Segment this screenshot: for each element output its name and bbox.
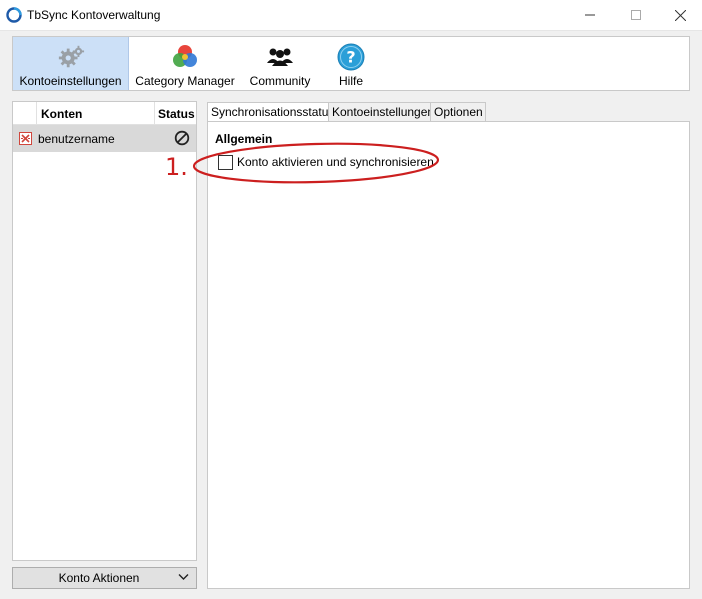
account-sync-icon — [19, 132, 32, 145]
window-title: TbSync Kontoverwaltung — [27, 8, 161, 22]
svg-text:?: ? — [346, 48, 355, 67]
toolbar-kontoeinstellungen[interactable]: Kontoeinstellungen — [13, 37, 129, 90]
people-icon — [266, 43, 294, 71]
minimize-icon — [585, 14, 595, 16]
disabled-icon — [174, 130, 190, 146]
maximize-button[interactable] — [613, 0, 659, 30]
minimize-button[interactable] — [567, 0, 613, 30]
tab-label: Optionen — [434, 105, 483, 119]
account-actions-button[interactable]: Konto Aktionen — [12, 567, 197, 589]
toolbar-label: Kontoeinstellungen — [19, 74, 122, 88]
toolbar-hilfe[interactable]: ? Hilfe — [329, 37, 373, 90]
main-toolbar: Kontoeinstellungen Category Manager Comm… — [12, 36, 690, 91]
column-divider — [154, 102, 155, 124]
toolbar-category-manager[interactable]: Category Manager — [135, 37, 235, 90]
column-header-konten[interactable]: Konten — [41, 107, 82, 121]
account-name: benutzername — [38, 132, 115, 146]
enable-sync-label[interactable]: Konto aktivieren und synchronisieren — [237, 155, 434, 169]
title-bar: TbSync Kontoverwaltung — [0, 0, 702, 31]
close-button[interactable] — [657, 0, 702, 30]
tab-kontoeinstellungen[interactable]: Kontoeinstellungen — [328, 102, 435, 122]
toolbar-label: Category Manager — [135, 74, 235, 88]
enable-sync-checkbox[interactable] — [218, 155, 233, 170]
tab-panel-synchronisationsstatus: Allgemein Konto aktivieren und synchroni… — [207, 121, 690, 589]
chevron-down-icon — [178, 574, 189, 580]
tab-optionen[interactable]: Optionen — [430, 102, 486, 122]
tab-label: Synchronisationsstatus — [211, 105, 335, 119]
column-divider — [36, 102, 37, 124]
account-row-benutzername[interactable]: benutzername — [13, 125, 196, 152]
color-circles-icon — [171, 43, 199, 71]
toolbar-community[interactable]: Community — [245, 37, 315, 90]
toolbar-label: Hilfe — [338, 74, 363, 88]
group-title-allgemein: Allgemein — [215, 132, 273, 146]
tab-synchronisationsstatus[interactable]: Synchronisationsstatus — [207, 102, 335, 123]
annotation-step-number: 1. — [165, 153, 188, 181]
account-actions-label: Konto Aktionen — [58, 571, 140, 585]
accounts-list-header: Konten Status — [13, 102, 196, 125]
toolbar-label: Community — [249, 74, 311, 88]
close-icon — [674, 9, 686, 21]
help-icon: ? — [337, 43, 365, 71]
gears-icon — [57, 43, 85, 71]
tbsync-app-icon — [6, 7, 22, 23]
tab-label: Kontoeinstellungen — [332, 105, 435, 119]
column-header-status[interactable]: Status — [158, 107, 195, 121]
maximize-icon — [631, 10, 641, 20]
